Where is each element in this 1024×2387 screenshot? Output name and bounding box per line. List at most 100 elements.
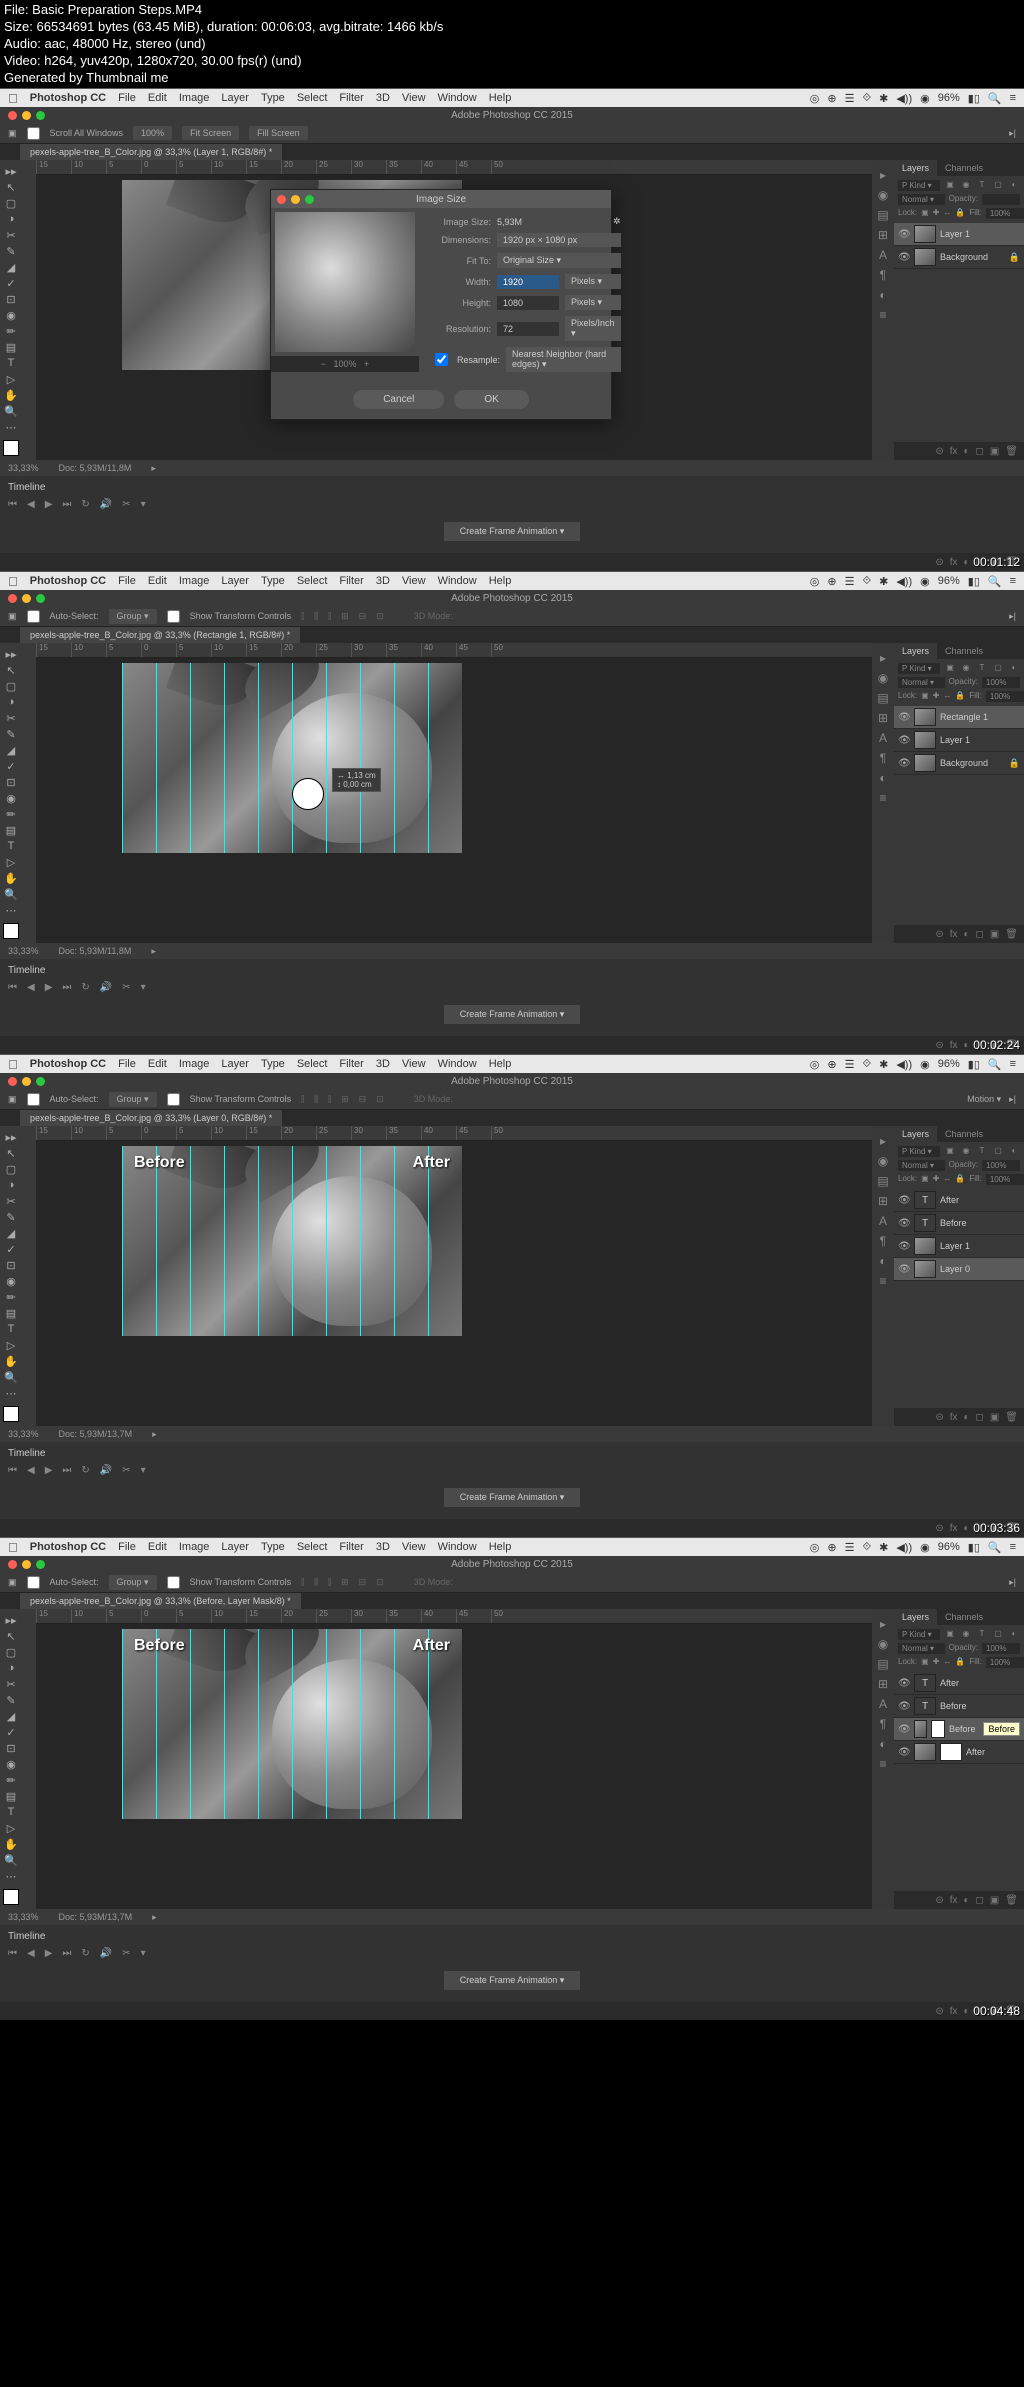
filter-icon[interactable]: ▣ [944,1629,956,1640]
search-icon[interactable]: 🔍 [988,575,1002,588]
auto-select-checkbox[interactable] [27,1576,40,1589]
tool-6[interactable]: ◢ [2,260,20,274]
layer-action-icon[interactable]: ⊝ [935,929,943,940]
tool-4[interactable]: ✂ [2,228,20,242]
menu-help[interactable]: Help [489,575,512,587]
show-transform-checkbox[interactable] [167,1093,180,1106]
opacity-value[interactable]: 100% [982,1643,1020,1654]
tool-0[interactable]: ▸▸ [2,164,20,178]
tool-16[interactable]: ⋯ [2,1386,20,1400]
field-unit[interactable]: Pixels ▾ [565,274,621,289]
align-icon[interactable]: ⊡ [376,1577,384,1588]
panel-icon[interactable]: A [879,1697,887,1711]
menu-type[interactable]: Type [261,92,285,104]
panel-icon[interactable]: ⊞ [878,711,888,725]
tool-4[interactable]: ✂ [2,1194,20,1208]
menu-3d[interactable]: 3D [376,575,390,587]
search-icon[interactable]: 🔍 [988,1541,1002,1554]
status-icon[interactable]: ◎ [810,92,820,105]
layer-action-icon[interactable]: 🗑 [1005,1412,1018,1423]
auto-select-dropdown[interactable]: Group ▾ [109,609,157,624]
layers-tab[interactable]: Layers [894,643,937,659]
tool-16[interactable]: ⋯ [2,903,20,917]
menu-file[interactable]: File [118,92,136,104]
timeline-control[interactable]: 🔊 [100,1465,112,1476]
timeline-control[interactable]: ↻ [81,1465,89,1476]
tool-12[interactable]: T [2,839,20,853]
align-icon[interactable]: ⫿ [301,611,304,622]
timeline-control[interactable]: ▶ [45,499,53,510]
panel-icon[interactable]: ≡ [879,308,886,322]
layer-row[interactable]: 👁TBefore [894,1212,1024,1235]
timeline-control[interactable]: ⏮ [8,499,17,510]
layer-row[interactable]: 👁Layer 1 [894,223,1024,246]
channels-tab[interactable]: Channels [937,643,991,659]
footer-icon[interactable]: fx [950,2006,958,2017]
panel-icon[interactable]: ▸ [880,651,886,665]
panel-toggle-icon[interactable]: ▸| [1009,128,1016,139]
menu-image[interactable]: Image [179,1541,210,1553]
menu-select[interactable]: Select [297,92,328,104]
align-icon[interactable]: ⊟ [359,1094,367,1105]
menu-view[interactable]: View [402,1058,426,1070]
menu-icon[interactable]: ≡ [1010,1058,1016,1070]
field-value[interactable]: 1080 [497,296,559,310]
tool-5[interactable]: ✎ [2,727,20,741]
tool-5[interactable]: ✎ [2,244,20,258]
footer-icon[interactable]: ◐ [963,1523,969,1534]
menu-image[interactable]: Image [179,575,210,587]
timeline-control[interactable]: ✂ [122,982,130,993]
fill-value[interactable]: 100% [986,1174,1024,1185]
layer-action-icon[interactable]: 🗑 [1005,929,1018,940]
timeline-control[interactable]: 🔊 [100,982,112,993]
visibility-icon[interactable]: 👁 [898,1724,910,1735]
ps-icon[interactable]: ▣ [8,611,17,622]
auto-select-checkbox[interactable] [27,610,40,623]
menu-file[interactable]: File [118,575,136,587]
align-icon[interactable]: ⫿ [301,1577,304,1588]
menu-image[interactable]: Image [179,1058,210,1070]
canvas-area[interactable]: 1510505101520253035404550↔ 1,13 cm↕ 0,00… [22,643,872,943]
layer-name[interactable]: Rectangle 1 [940,712,988,722]
layer-action-icon[interactable]: ◻ [976,1895,984,1906]
tool-8[interactable]: ⊡ [2,1741,20,1755]
auto-select-dropdown[interactable]: Group ▾ [109,1575,157,1590]
blend-mode[interactable]: Normal ▾ [898,1643,945,1654]
filter-icon[interactable]: ▣ [944,663,956,674]
layer-action-icon[interactable]: ▣ [990,1412,999,1423]
footer-icon[interactable]: fx [950,1040,958,1051]
lock-icon[interactable]: ↔ [943,208,951,219]
menu-layer[interactable]: Layer [221,92,249,104]
timeline-control[interactable]: ⏭ [62,499,71,510]
layer-name[interactable]: Layer 0 [940,1264,970,1274]
opacity-value[interactable]: 100% [982,1160,1020,1171]
status-icon[interactable]: ☰ [845,1058,855,1071]
status-icon[interactable]: ◀)) [896,92,912,105]
tool-16[interactable]: ⋯ [2,420,20,434]
menu-3d[interactable]: 3D [376,1058,390,1070]
wifi-icon[interactable]: ◉ [920,1058,930,1071]
tool-3[interactable]: ◑ [2,212,20,226]
layer-action-icon[interactable]: ◻ [976,446,984,457]
tool-3[interactable]: ◑ [2,1178,20,1192]
panel-icon[interactable]: ▸ [880,168,886,182]
tool-15[interactable]: 🔍 [2,1370,20,1384]
align-icon[interactable]: ⫿ [301,1094,304,1105]
timeline-control[interactable]: ◀ [27,1465,35,1476]
panel-icon[interactable]: A [879,731,887,745]
apple-icon[interactable]:  [8,574,18,589]
align-icon[interactable]: ⊞ [341,1577,349,1588]
chevron-icon[interactable]: ▸ [152,1429,157,1440]
tool-7[interactable]: ✓ [2,276,20,290]
menu-edit[interactable]: Edit [148,1541,167,1553]
visibility-icon[interactable]: 👁 [898,1747,910,1758]
create-animation-button[interactable]: Create Frame Animation ▾ [444,1005,581,1024]
align-icon[interactable]: ⫼ [314,611,318,622]
panel-toggle-icon[interactable]: ▸| [1009,611,1016,622]
status-icon[interactable]: ⟐ [862,575,871,588]
tool-12[interactable]: T [2,1805,20,1819]
tool-6[interactable]: ◢ [2,743,20,757]
menu-icon[interactable]: ≡ [1010,575,1016,587]
fill-value[interactable]: 100% [986,691,1024,702]
footer-icon[interactable]: ⊝ [935,557,943,568]
